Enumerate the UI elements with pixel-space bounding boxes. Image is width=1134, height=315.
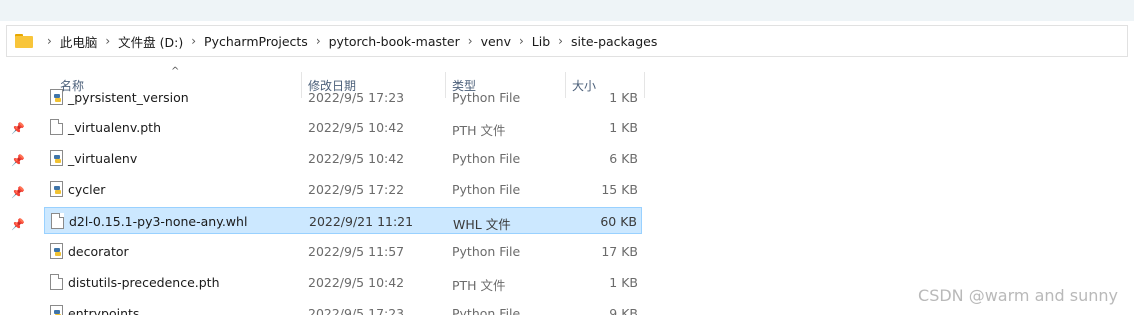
breadcrumb-drive-d[interactable]: 文件盘 (D:) (118, 32, 183, 51)
file-name: _pyrsistent_version (68, 90, 189, 105)
chevron-right-icon[interactable]: › (191, 34, 196, 48)
ribbon-strip (0, 0, 1134, 21)
file-modified: 2022/9/5 10:42 (308, 120, 405, 135)
file-name: _virtualenv (68, 151, 138, 166)
file-modified: 2022/9/5 17:22 (308, 182, 405, 197)
file-icon (50, 274, 63, 290)
python-file-icon (50, 243, 63, 259)
file-type: PTH 文件 (452, 278, 506, 293)
breadcrumb-this-pc[interactable]: 此电脑 (60, 32, 98, 51)
chevron-right-icon[interactable]: › (519, 34, 524, 48)
file-size: 15 KB (601, 182, 638, 197)
file-size: 17 KB (601, 244, 638, 259)
file-name: distutils-precedence.pth (68, 275, 220, 290)
file-modified: 2022/9/5 11:57 (308, 244, 405, 259)
file-size: 60 KB (600, 214, 637, 229)
file-row[interactable]: _pyrsistent_version 2022/9/5 17:23 Pytho… (44, 84, 642, 111)
file-name: cycler (68, 182, 106, 197)
file-modified: 2022/9/5 10:42 (308, 275, 405, 290)
file-row[interactable]: entrypoints 2022/9/5 17:23 Python File 9… (44, 300, 642, 315)
file-name: _virtualenv.pth (68, 120, 161, 135)
python-file-icon (50, 305, 63, 315)
chevron-right-icon[interactable]: › (468, 34, 473, 48)
file-type: WHL 文件 (453, 217, 511, 232)
file-size: 9 KB (609, 306, 638, 315)
file-size: 1 KB (609, 275, 638, 290)
file-name: entrypoints (68, 306, 140, 315)
address-bar[interactable]: › 此电脑 › 文件盘 (D:) › PycharmProjects › pyt… (6, 25, 1128, 57)
file-size: 1 KB (609, 90, 638, 105)
sort-ascending-icon: ^ (171, 66, 180, 77)
file-type: Python File (452, 244, 521, 259)
file-modified: 2022/9/21 11:21 (309, 214, 414, 229)
file-icon (51, 213, 64, 229)
file-row-selected[interactable]: d2l-0.15.1-py3-none-any.whl 2022/9/21 11… (44, 207, 642, 234)
file-size: 6 KB (609, 151, 638, 166)
folder-icon (15, 34, 33, 48)
python-file-icon (50, 89, 63, 105)
file-name: d2l-0.15.1-py3-none-any.whl (69, 214, 248, 229)
chevron-right-icon[interactable]: › (105, 34, 110, 48)
breadcrumb-venv[interactable]: venv (481, 34, 511, 49)
file-list: _pyrsistent_version 2022/9/5 17:23 Pytho… (0, 82, 1134, 315)
breadcrumb-lib[interactable]: Lib (532, 34, 550, 49)
file-size: 1 KB (609, 120, 638, 135)
file-type: Python File (452, 306, 521, 315)
breadcrumb-site-packages[interactable]: site-packages (571, 34, 657, 49)
chevron-right-icon[interactable]: › (47, 34, 52, 48)
file-row[interactable]: distutils-precedence.pth 2022/9/5 10:42 … (44, 269, 642, 296)
file-type: Python File (452, 182, 521, 197)
file-row[interactable]: _virtualenv 2022/9/5 10:42 Python File 6… (44, 145, 642, 172)
file-type: Python File (452, 151, 521, 166)
chevron-right-icon[interactable]: › (316, 34, 321, 48)
file-modified: 2022/9/5 10:42 (308, 151, 405, 166)
file-modified: 2022/9/5 17:23 (308, 306, 405, 315)
file-row[interactable]: cycler 2022/9/5 17:22 Python File 15 KB (44, 176, 642, 203)
file-modified: 2022/9/5 17:23 (308, 90, 405, 105)
file-icon (50, 119, 63, 135)
file-type: Python File (452, 90, 521, 105)
breadcrumb-pytorch-book-master[interactable]: pytorch-book-master (329, 34, 460, 49)
file-row[interactable]: _virtualenv.pth 2022/9/5 10:42 PTH 文件 1 … (44, 114, 642, 141)
file-type: PTH 文件 (452, 123, 506, 138)
watermark: CSDN @warm and sunny (918, 286, 1118, 305)
python-file-icon (50, 181, 63, 197)
python-file-icon (50, 150, 63, 166)
breadcrumb-pycharmprojects[interactable]: PycharmProjects (204, 34, 308, 49)
file-row[interactable]: decorator 2022/9/5 11:57 Python File 17 … (44, 238, 642, 265)
chevron-right-icon[interactable]: › (558, 34, 563, 48)
file-name: decorator (68, 244, 129, 259)
